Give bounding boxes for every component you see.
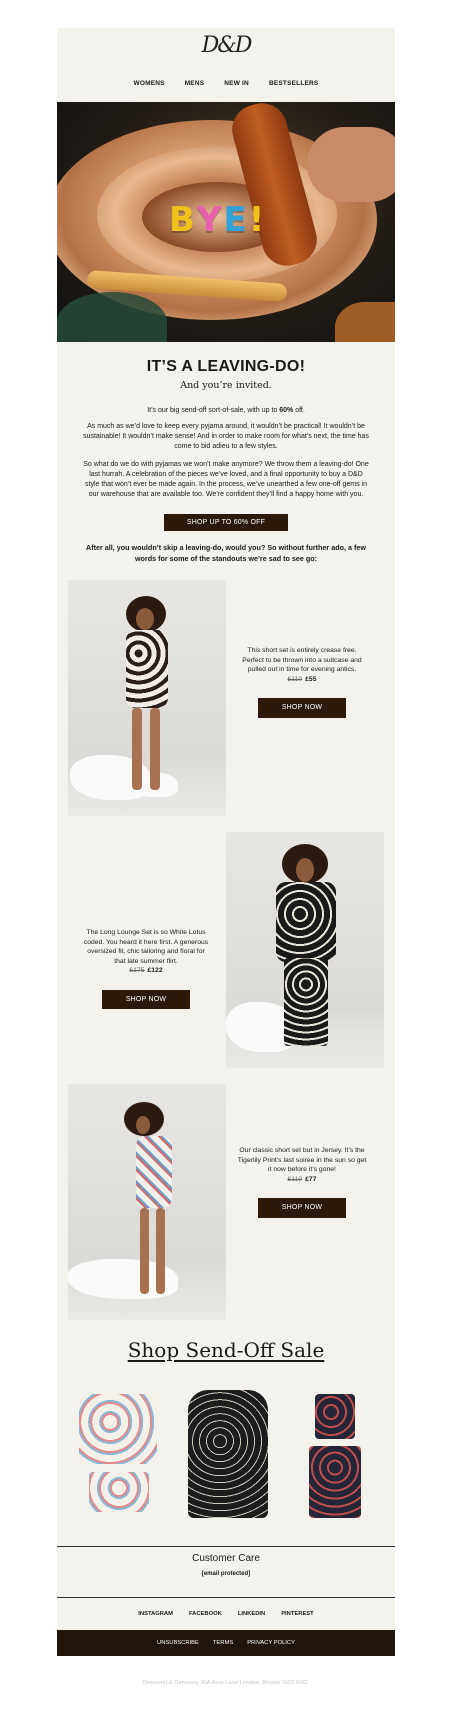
social-links: INSTAGRAM FACEBOOK LINKEDIN PINTEREST (57, 1597, 395, 1630)
lead-suffix: off. (293, 407, 305, 414)
terms-link[interactable]: TERMS (213, 1640, 233, 1646)
product-thumbnail-shirt-set[interactable] (67, 1382, 167, 1522)
product-text: This short set is entirely crease free. … (242, 647, 362, 673)
nav-item-bestsellers[interactable]: BESTSELLERS (269, 80, 319, 87)
page-subtitle: And you’re invited. (180, 380, 272, 391)
leaf-graphic (335, 302, 395, 342)
sale-lead: It’s our big send-off sort-of-sale, with… (83, 407, 369, 414)
product-price: £110 £77 (237, 1175, 367, 1185)
model-leg (150, 708, 160, 790)
product-text: The Long Lounge Set is so White Lotus co… (83, 929, 209, 965)
product-thumbnail-robe[interactable] (176, 1382, 276, 1522)
customer-care: Customer Care [email protected] (57, 1546, 395, 1597)
privacy-policy-link[interactable]: PRIVACY POLICY (247, 1640, 295, 1646)
model-leg (140, 1208, 149, 1294)
social-link-linkedin[interactable]: LINKEDIN (238, 1611, 265, 1617)
shop-sale-button[interactable]: SHOP UP TO 60% OFF (164, 514, 288, 531)
product-photo[interactable] (68, 1084, 226, 1320)
model-pyjama-print (276, 882, 336, 962)
model-face (136, 608, 154, 630)
bye-letter: E (223, 200, 249, 240)
page-title: IT’S A LEAVING-DO! (146, 358, 306, 375)
model-trousers-print (284, 958, 328, 1046)
customer-care-title: Customer Care (192, 1553, 260, 1564)
unsubscribe-link[interactable]: UNSUBSCRIBE (157, 1640, 199, 1646)
product-price: £110 £55 (237, 675, 367, 685)
email-container: D&D WOMENS MENS NEW IN BESTSELLERS BYE! … (57, 28, 395, 1656)
social-link-pinterest[interactable]: PINTEREST (281, 1611, 314, 1617)
social-link-facebook[interactable]: FACEBOOK (189, 1611, 222, 1617)
old-price: £175 (129, 967, 145, 974)
shop-sale-link[interactable]: Shop Send-Off Sale (57, 1338, 395, 1362)
lead-discount: 60% (279, 407, 294, 414)
footer-address: Desmond & Dempsey 30A Acre Lane London, … (142, 1680, 308, 1686)
nav-item-new-in[interactable]: NEW IN (224, 80, 249, 87)
cami-graphic (315, 1394, 355, 1439)
product-photo[interactable] (226, 832, 384, 1068)
shorts-graphic (89, 1472, 149, 1512)
bye-letter: Y (196, 200, 224, 240)
old-price: £110 (287, 1175, 303, 1183)
brand-logo[interactable]: D&D (57, 33, 395, 58)
bye-letter: B (169, 200, 197, 240)
product-grid (57, 1382, 395, 1522)
trousers-graphic (309, 1446, 361, 1518)
model-face (136, 1116, 150, 1134)
product-price: £175 £122 (81, 966, 211, 976)
product-block: The Long Lounge Set is so White Lotus co… (57, 832, 395, 1068)
header: D&D WOMENS MENS NEW IN BESTSELLERS (57, 28, 395, 102)
social-link-instagram[interactable]: INSTAGRAM (138, 1611, 173, 1617)
sale-price: £122 (147, 967, 163, 974)
sale-price: £55 (305, 675, 317, 683)
hero-image[interactable]: BYE! (57, 102, 395, 342)
model-pyjama-print (126, 630, 168, 708)
intro-paragraph: So what do we do with pyjamas we won’t m… (83, 461, 369, 498)
shop-now-button[interactable]: SHOP NOW (258, 698, 346, 718)
nav-item-mens[interactable]: MENS (185, 80, 205, 87)
product-photo[interactable] (68, 580, 226, 816)
intro-paragraph: As much as we’d love to keep every pyjam… (83, 423, 369, 450)
shirt-graphic (79, 1394, 157, 1464)
model-leg (156, 1208, 165, 1294)
bye-letter: ! (248, 200, 267, 240)
footer-links: UNSUBSCRIBE TERMS PRIVACY POLICY (57, 1630, 395, 1656)
product-block: Our classic short set but in Jersey. It’… (57, 1084, 395, 1320)
product-block: This short set is entirely crease free. … (57, 580, 395, 816)
robe-graphic (188, 1390, 268, 1518)
product-description: The Long Lounge Set is so White Lotus co… (81, 928, 211, 1009)
product-thumbnail-cami-set[interactable] (285, 1382, 385, 1522)
sale-price: £77 (305, 1175, 317, 1183)
intro-section: IT’S A LEAVING-DO! And you’re invited. I… (57, 342, 395, 564)
lead-prefix: It’s our big send-off sort-of-sale, with… (147, 407, 280, 414)
product-description: Our classic short set but in Jersey. It’… (237, 1146, 367, 1218)
shop-now-button[interactable]: SHOP NOW (102, 989, 190, 1009)
hand-graphic (307, 127, 395, 202)
model-face (296, 858, 314, 882)
shop-now-button[interactable]: SHOP NOW (258, 1198, 346, 1218)
main-nav: WOMENS MENS NEW IN BESTSELLERS (57, 80, 395, 87)
product-description: This short set is entirely crease free. … (237, 646, 367, 718)
old-price: £110 (287, 675, 303, 683)
standouts-paragraph: After all, you wouldn’t skip a leaving-d… (86, 543, 366, 563)
model-leg (132, 708, 142, 790)
customer-care-email[interactable]: [email protected] (57, 1571, 395, 1577)
bye-lettering: BYE! (169, 200, 266, 240)
model-pyjama-print (136, 1136, 172, 1208)
nav-item-womens[interactable]: WOMENS (134, 80, 165, 87)
product-text: Our classic short set but in Jersey. It’… (237, 1147, 367, 1173)
